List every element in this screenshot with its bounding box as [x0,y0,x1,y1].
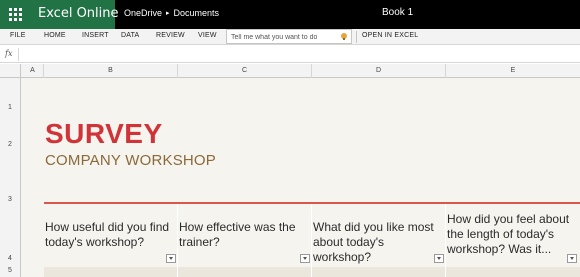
column-headers: A B C D E [0,64,580,78]
formula-divider [18,48,19,61]
survey-title[interactable]: SURVEY [45,118,163,150]
header-rule [44,202,580,204]
breadcrumb-documents[interactable]: Documents [174,8,220,18]
app-launcher-icon[interactable] [9,8,22,21]
chevron-right-icon: ▸ [166,10,170,17]
table-row[interactable] [44,267,580,277]
survey-subtitle[interactable]: COMPANY WORKSHOP [45,152,216,169]
question-2[interactable]: How effective was the trainer? [179,220,307,250]
ribbon-divider [356,31,357,43]
select-all-corner[interactable] [0,64,21,78]
breadcrumb-onedrive[interactable]: OneDrive [124,8,162,18]
filter-dropdown-icon[interactable] [300,254,310,263]
breadcrumb: OneDrive ▸ Documents [124,8,219,18]
tab-data[interactable]: DATA [121,32,139,39]
column-header-e[interactable]: E [446,64,580,78]
filter-dropdown-icon[interactable] [567,254,577,263]
column-header-b[interactable]: B [44,64,178,78]
document-title[interactable]: Book 1 [382,7,413,18]
column-header-d[interactable]: D [312,64,446,78]
formula-bar: fx [0,46,580,63]
column-header-c[interactable]: C [178,64,312,78]
question-1[interactable]: How useful did you find today's workshop… [45,220,173,250]
tab-file[interactable]: FILE [10,32,26,39]
row-header-4[interactable]: 4 [0,255,20,262]
worksheet[interactable]: SURVEY COMPANY WORKSHOP How useful did y… [21,78,580,277]
tab-insert[interactable]: INSERT [82,32,109,39]
lightbulb-icon [341,33,347,40]
ribbon-tabs: FILE HOME INSERT DATA REVIEW VIEW OPEN I… [0,29,580,45]
function-icon[interactable]: fx [5,49,12,58]
tab-home[interactable]: HOME [44,32,66,39]
app-brand[interactable]: Excel Online [0,0,119,29]
tab-view[interactable]: VIEW [198,32,217,39]
question-4[interactable]: How did you feel about the length of tod… [447,212,577,257]
filter-dropdown-icon[interactable] [434,254,444,263]
row-headers: 1 2 3 4 5 [0,78,21,277]
row-header-1[interactable]: 1 [0,104,20,111]
filter-dropdown-icon[interactable] [166,254,176,263]
open-in-excel-button[interactable]: OPEN IN EXCEL [362,32,418,39]
tell-me-box[interactable] [226,29,352,44]
question-3[interactable]: What did you like most about today's wor… [313,220,443,265]
row-header-5[interactable]: 5 [0,267,20,274]
tell-me-input[interactable] [231,32,331,42]
row-header-3[interactable]: 3 [0,196,20,203]
row-header-2[interactable]: 2 [0,141,20,148]
tab-review[interactable]: REVIEW [156,32,185,39]
column-header-a[interactable]: A [22,64,44,78]
title-bar: Excel Online OneDrive ▸ Documents Book 1 [0,0,580,29]
app-name: Excel Online [38,6,119,21]
